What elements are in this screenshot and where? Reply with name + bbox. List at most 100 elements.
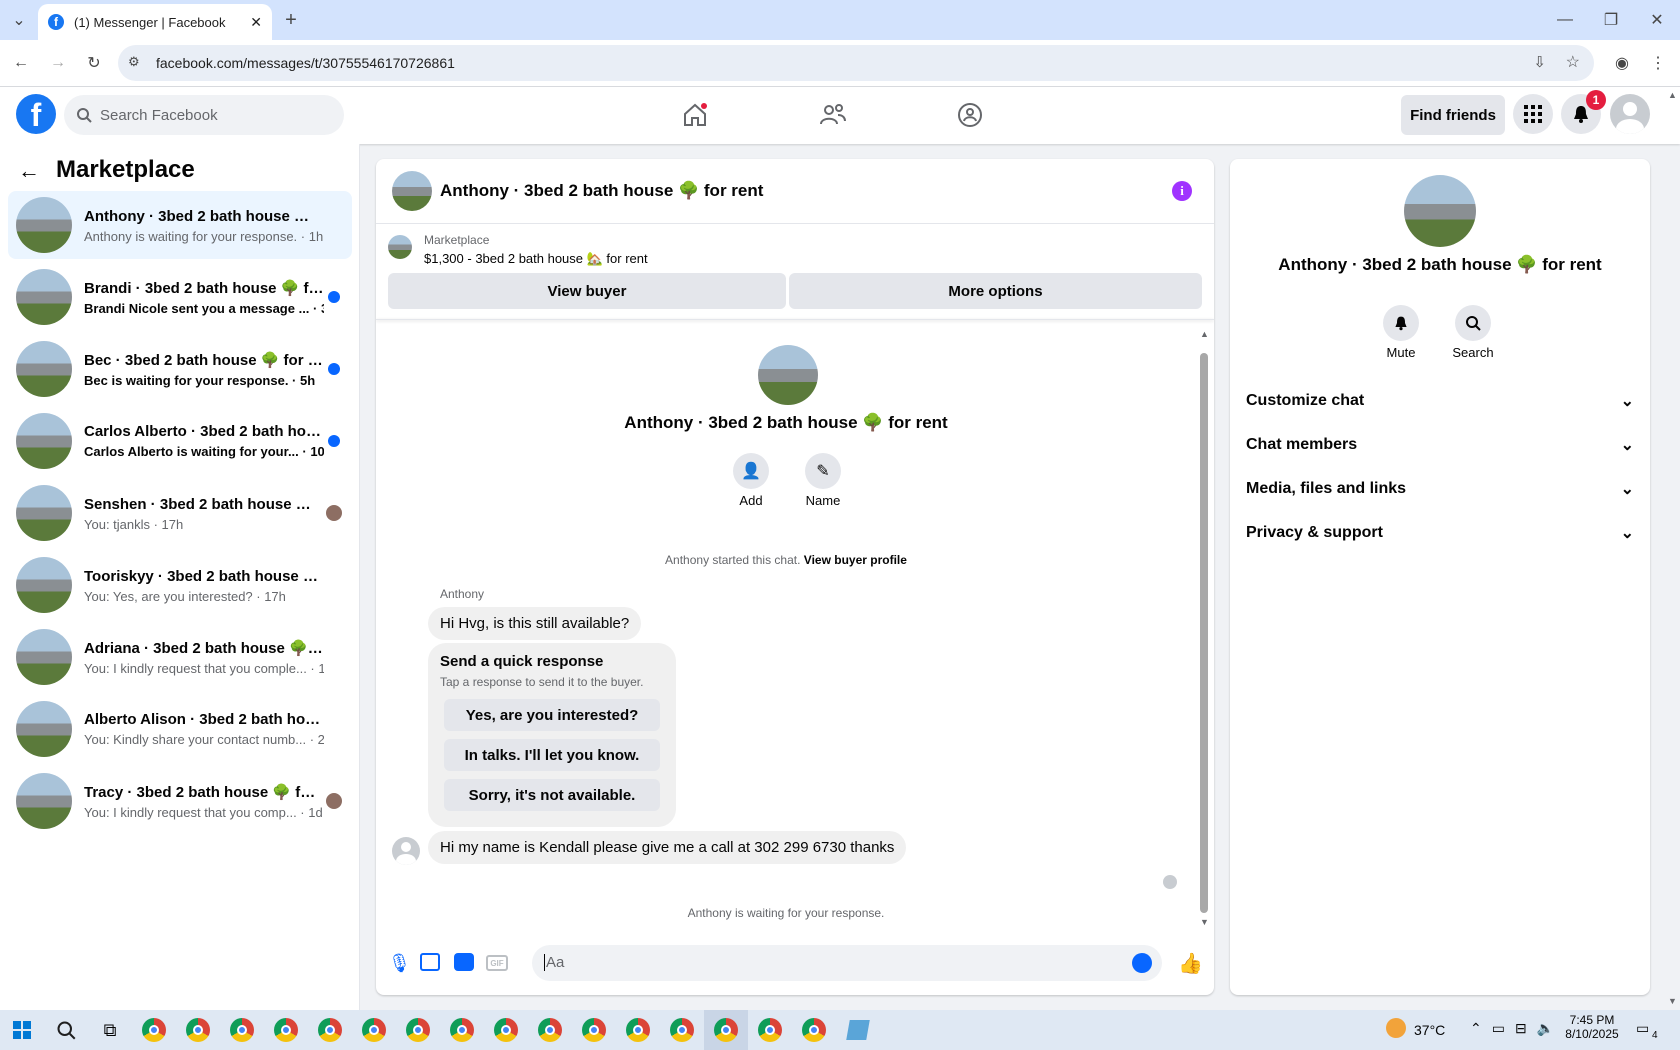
clock[interactable]: 7:45 PM 8/10/2025 xyxy=(1562,1013,1622,1041)
chat-scrollbar-thumb[interactable] xyxy=(1200,353,1208,913)
page-scroll-up-icon[interactable]: ▲ xyxy=(1668,90,1677,100)
chrome-taskbar-icon[interactable] xyxy=(176,1010,220,1050)
menu-icon[interactable]: ⋮ xyxy=(1643,48,1673,78)
page-scroll-down-icon[interactable]: ▼ xyxy=(1668,996,1677,1006)
account-avatar[interactable] xyxy=(1610,94,1650,134)
close-tab-icon[interactable]: ✕ xyxy=(250,14,262,31)
back-icon[interactable]: ← xyxy=(6,48,36,78)
conversation-item[interactable]: Adriana · 3bed 2 bath house 🌳 fo... You: … xyxy=(8,623,352,691)
info-avatar[interactable] xyxy=(1404,175,1476,247)
temperature[interactable]: 37°C xyxy=(1414,1022,1445,1038)
conversation-avatar xyxy=(16,773,72,829)
friends-icon[interactable] xyxy=(803,95,863,135)
tab-search-icon[interactable]: ⌄ xyxy=(4,5,34,35)
install-icon[interactable]: ⇩ xyxy=(1533,53,1546,71)
back-arrow-icon[interactable]: ← xyxy=(18,158,40,184)
groups-icon[interactable] xyxy=(940,95,1000,135)
quick-reply-button[interactable]: In talks. I'll let you know. xyxy=(444,739,660,771)
info-icon[interactable]: i xyxy=(1172,181,1192,201)
chrome-taskbar-icon[interactable] xyxy=(748,1010,792,1050)
facebook-logo-icon[interactable]: f xyxy=(16,94,56,134)
chrome-taskbar-icon[interactable] xyxy=(572,1010,616,1050)
photo-icon[interactable] xyxy=(420,953,440,971)
url-field[interactable]: ⚙ facebook.com/messages/t/30755546170726… xyxy=(118,45,1594,81)
site-info-icon[interactable]: ⚙ xyxy=(128,54,140,70)
windows-start-icon[interactable] xyxy=(0,1010,44,1050)
forward-icon[interactable]: → xyxy=(43,48,73,78)
reload-icon[interactable]: ↻ xyxy=(79,48,109,78)
chrome-logo-icon xyxy=(538,1018,562,1042)
message-input[interactable]: Aa xyxy=(532,945,1162,981)
notification-center-count: 4 xyxy=(1652,1030,1658,1041)
new-tab-icon[interactable]: + xyxy=(276,5,306,35)
section-label: Media, files and links xyxy=(1246,480,1407,497)
notepad-icon[interactable] xyxy=(836,1010,880,1050)
search-conversation-icon[interactable] xyxy=(1455,305,1491,341)
chat-title[interactable]: Anthony · 3bed 2 bath house 🌳 for rent xyxy=(440,181,763,201)
chrome-taskbar-icon[interactable] xyxy=(704,1010,748,1050)
quick-reply-button[interactable]: Sorry, it's not available. xyxy=(444,779,660,811)
emoji-icon[interactable] xyxy=(1132,953,1152,973)
chrome-taskbar-icon[interactable] xyxy=(308,1010,352,1050)
chrome-taskbar-icon[interactable] xyxy=(352,1010,396,1050)
gif-icon[interactable]: GIF xyxy=(486,955,508,971)
weather-icon[interactable] xyxy=(1386,1018,1406,1038)
chrome-taskbar-icon[interactable] xyxy=(264,1010,308,1050)
search-icon[interactable] xyxy=(44,1010,88,1050)
mute-bell-icon[interactable] xyxy=(1383,305,1419,341)
conversation-item[interactable]: Tracy · 3bed 2 bath house 🌳 for... You: I… xyxy=(8,767,352,835)
sender-avatar[interactable] xyxy=(392,837,420,865)
search-facebook-input[interactable]: Search Facebook xyxy=(64,95,344,135)
chrome-taskbar-icon[interactable] xyxy=(484,1010,528,1050)
chrome-taskbar-icon[interactable] xyxy=(660,1010,704,1050)
more-options-button[interactable]: More options xyxy=(789,273,1202,309)
conversation-item[interactable]: Bec · 3bed 2 bath house 🌳 for r... Bec is… xyxy=(8,335,352,403)
chrome-taskbar-icon[interactable] xyxy=(616,1010,660,1050)
add-person-icon[interactable]: 👤 xyxy=(733,453,769,489)
browser-tab[interactable]: f (1) Messenger | Facebook ✕ xyxy=(38,4,272,40)
close-window-icon[interactable]: ✕ xyxy=(1642,5,1672,35)
sticker-icon[interactable] xyxy=(454,953,474,971)
customize-chat-row[interactable]: Customize chat ⌄ xyxy=(1246,381,1634,421)
chat-header-avatar[interactable] xyxy=(392,171,432,211)
chrome-taskbar-icon[interactable] xyxy=(396,1010,440,1050)
info-name: Anthony · 3bed 2 bath house 🌳 for rent xyxy=(1278,255,1602,274)
header-divider xyxy=(376,223,1214,224)
quick-reply-button[interactable]: Yes, are you interested? xyxy=(444,699,660,731)
view-buyer-button[interactable]: View buyer xyxy=(388,273,786,309)
conversation-item[interactable]: Brandi · 3bed 2 bath house 🌳 fo... Brandi… xyxy=(8,263,352,331)
conversation-item[interactable]: Anthony · 3bed 2 bath house 🌳 f... Anthon… xyxy=(8,191,352,259)
chrome-taskbar-icon[interactable] xyxy=(440,1010,484,1050)
chrome-taskbar-icon[interactable] xyxy=(792,1010,836,1050)
minimize-icon[interactable]: — xyxy=(1550,5,1580,35)
view-buyer-profile-link[interactable]: View buyer profile xyxy=(804,553,907,567)
media-files-links-row[interactable]: Media, files and links ⌄ xyxy=(1246,469,1634,509)
privacy-support-row[interactable]: Privacy & support ⌄ xyxy=(1246,513,1634,553)
find-friends-button[interactable]: Find friends xyxy=(1401,95,1505,135)
menu-grid-icon[interactable] xyxy=(1513,94,1553,134)
conversation-item[interactable]: Alberto Alison · 3bed 2 bath hous... You:… xyxy=(8,695,352,763)
profile-icon[interactable]: ◉ xyxy=(1607,48,1637,78)
listing-thumbnail xyxy=(388,235,412,259)
scroll-up-arrow-icon[interactable]: ▲ xyxy=(1200,329,1209,345)
chrome-taskbar-icon[interactable] xyxy=(220,1010,264,1050)
notification-center-icon[interactable]: ▭ xyxy=(1636,1020,1649,1037)
microphone-icon[interactable]: 🎙 xyxy=(388,953,411,974)
chrome-taskbar-icon[interactable] xyxy=(528,1010,572,1050)
bookmark-star-icon[interactable]: ☆ xyxy=(1566,52,1580,72)
task-view-icon[interactable]: ⧉ xyxy=(88,1010,132,1050)
message-bubble[interactable]: Hi my name is Kendall please give me a c… xyxy=(428,831,907,864)
profile-avatar[interactable] xyxy=(758,345,818,405)
system-tray-icons[interactable]: ⌃▭⊟🔈 xyxy=(1470,1020,1564,1037)
chat-members-row[interactable]: Chat members ⌄ xyxy=(1246,425,1634,465)
conversation-item[interactable]: Tooriskyy · 3bed 2 bath house 🌳 f... You:… xyxy=(8,551,352,619)
message-bubble[interactable]: Hi Hvg, is this still available? xyxy=(428,607,642,640)
restore-icon[interactable]: ❐ xyxy=(1596,5,1626,35)
home-icon[interactable] xyxy=(665,95,725,135)
chrome-taskbar-icon[interactable] xyxy=(132,1010,176,1050)
conversation-item[interactable]: Carlos Alberto · 3bed 2 bath hou... Carlo… xyxy=(8,407,352,475)
scroll-down-arrow-icon[interactable]: ▼ xyxy=(1200,917,1209,927)
edit-pencil-icon[interactable]: ✎ xyxy=(805,453,841,489)
conversation-item[interactable]: Senshen · 3bed 2 bath house 🌳 ... You: tj… xyxy=(8,479,352,547)
thumbs-up-icon[interactable]: 👍 xyxy=(1178,951,1203,976)
